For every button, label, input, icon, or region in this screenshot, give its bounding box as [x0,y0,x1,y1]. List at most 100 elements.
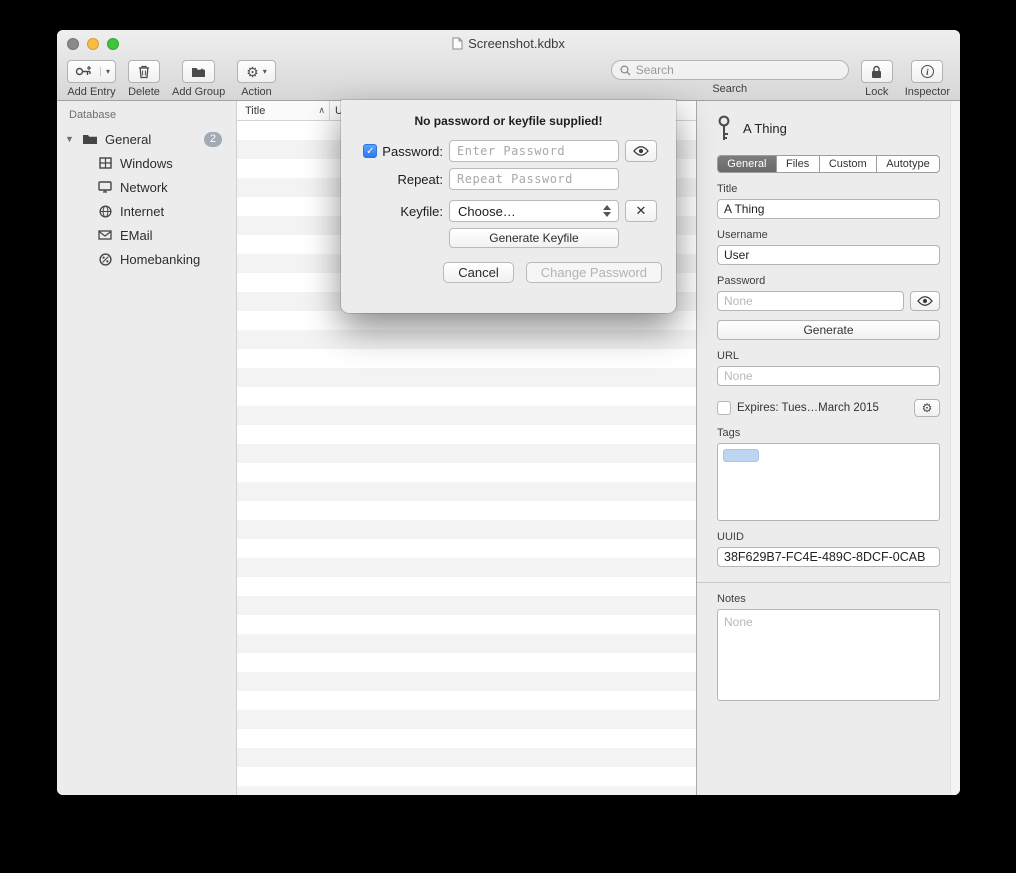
search-label: Search [712,83,747,95]
info-icon: i [921,65,934,78]
uuid-field[interactable] [717,547,940,567]
sidebar-item-label: EMail [120,228,153,243]
title-field[interactable] [717,199,940,219]
sidebar-item-label: Windows [120,156,173,171]
lock-item: Lock [861,60,893,98]
close-button[interactable] [67,38,79,50]
window-title-wrap: Screenshot.kdbx [452,36,565,51]
username-field[interactable] [717,245,940,265]
eye-icon [633,146,649,156]
delete-label: Delete [128,86,160,98]
app-window: Screenshot.kdbx ▾ Add Entry [57,30,960,795]
keyfile-select[interactable]: Choose… [449,200,619,222]
window-title: Screenshot.kdbx [468,36,565,51]
sidebar-group-label: General [105,132,151,147]
tags-label: Tags [717,427,940,439]
dialog-reveal-button[interactable] [625,140,657,162]
expires-settings-button[interactable]: ⚙ [914,399,940,417]
sidebar-item-homebanking[interactable]: Homebanking [57,247,236,271]
toolbar: ▾ Add Entry Delete [57,57,960,98]
generate-button[interactable]: Generate [717,320,940,340]
inspector-scrollbar[interactable] [950,101,960,795]
add-entry-item: ▾ Add Entry [67,60,116,98]
change-password-button[interactable]: Change Password [526,262,662,283]
expires-label: Expires: Tues…March 2015 [737,402,879,414]
add-group-item: Add Group [172,60,225,98]
folder-icon [82,133,98,145]
title-field-label: Title [717,183,940,195]
sidebar-item-label: Internet [120,204,164,219]
notes-field[interactable] [717,609,940,701]
column-title-label: Title [245,105,265,117]
password-checkbox[interactable]: ✓ [363,144,377,158]
search-input[interactable] [636,63,840,77]
keyfile-clear-button[interactable]: ✕ [625,200,657,222]
cancel-button[interactable]: Cancel [443,262,513,283]
password-field[interactable] [717,291,904,311]
close-x-icon: ✕ [636,203,647,219]
entry-header: A Thing [717,115,940,141]
lock-label: Lock [865,86,888,98]
coin-icon [97,253,113,266]
tags-box[interactable] [717,443,940,521]
dialog-repeat-input[interactable] [449,168,619,190]
add-entry-label: Add Entry [67,86,115,98]
titlebar[interactable]: Screenshot.kdbx [57,30,960,57]
dialog-password-input[interactable] [449,140,619,162]
password-label-cell: ✓ Password: [355,144,443,159]
eye-icon [917,296,933,306]
tag-chip[interactable] [723,449,759,462]
check-icon: ✓ [366,146,374,157]
window-chrome: Screenshot.kdbx ▾ Add Entry [57,30,960,101]
dialog-password-label: Password: [382,144,443,159]
inspector-item: i Inspector [905,60,950,98]
add-entry-dropdown-arrow[interactable]: ▾ [100,67,115,76]
tab-custom[interactable]: Custom [820,156,877,172]
search-icon [620,65,631,76]
sidebar: Database ▼ General 2 Windows [57,101,237,795]
password-field-label: Password [717,275,940,287]
add-entry-button[interactable]: ▾ [67,60,116,83]
action-dropdown-arrow: ▾ [263,67,267,76]
globe-icon [97,205,113,218]
url-field-label: URL [717,350,940,362]
sidebar-group-general[interactable]: ▼ General 2 [57,127,236,151]
tab-general[interactable]: General [718,156,777,172]
sidebar-item-label: Homebanking [120,252,200,267]
expires-checkbox[interactable] [717,401,731,415]
reveal-password-button[interactable] [910,291,940,311]
disclosure-triangle-icon[interactable]: ▼ [65,134,75,144]
lock-button[interactable] [861,60,893,83]
generate-keyfile-button[interactable]: Generate Keyfile [449,228,619,248]
tab-files[interactable]: Files [777,156,820,172]
gear-icon: ⚙ [922,401,933,415]
windows-icon [97,157,113,169]
keyfile-value: Choose… [458,204,516,219]
expires-row: Expires: Tues…March 2015 ⚙ [717,399,940,417]
url-field[interactable] [717,366,940,386]
stepper-icon [600,205,614,217]
search-field[interactable] [611,60,849,80]
column-header-title[interactable]: Title ∧ [237,101,330,120]
sidebar-item-network[interactable]: Network [57,175,236,199]
action-label: Action [241,86,272,98]
uuid-label: UUID [717,531,940,543]
inspector-button[interactable]: i [911,60,943,83]
zoom-button[interactable] [107,38,119,50]
sidebar-item-internet[interactable]: Internet [57,199,236,223]
sidebar-item-windows[interactable]: Windows [57,151,236,175]
dialog-message: No password or keyfile supplied! [355,114,662,128]
action-button[interactable]: ⚙ ▾ [237,60,276,83]
search-item: Search [611,60,849,95]
password-dialog: No password or keyfile supplied! ✓ Passw… [341,100,676,313]
key-icon [717,115,731,141]
delete-button[interactable] [128,60,160,83]
sidebar-item-label: Network [120,180,168,195]
sidebar-item-email[interactable]: EMail [57,223,236,247]
inspector-label: Inspector [905,86,950,98]
minimize-button[interactable] [87,38,99,50]
key-plus-icon [68,65,100,78]
tab-autotype[interactable]: Autotype [877,156,939,172]
add-group-button[interactable] [182,60,215,83]
dialog-buttons: Cancel Change Password [355,262,662,283]
